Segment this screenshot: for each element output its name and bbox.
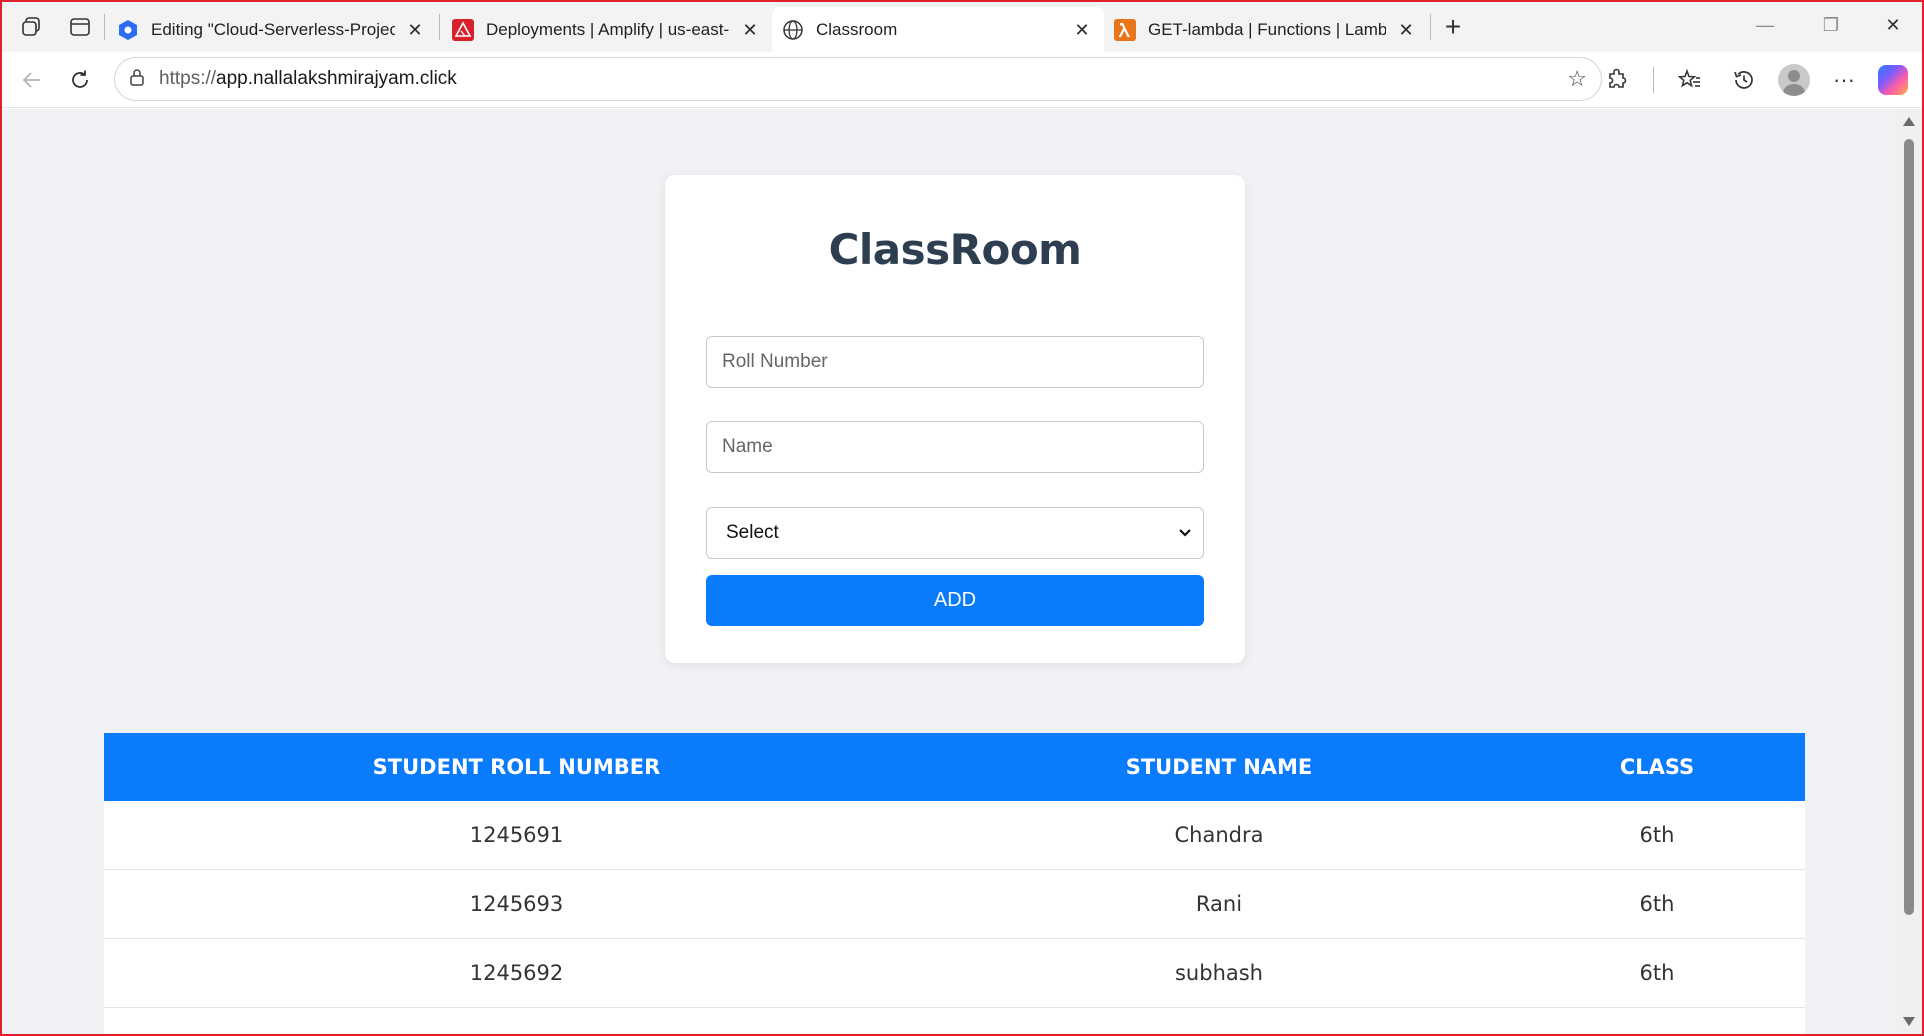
scroll-up-arrow-icon[interactable] xyxy=(1903,117,1915,126)
table-header: STUDENT ROLL NUMBER STUDENT NAME CLASS xyxy=(104,733,1805,801)
close-icon[interactable]: ✕ xyxy=(405,20,425,41)
blue-hexagon-icon xyxy=(117,19,139,41)
tab-get-lambda[interactable]: GET-lambda | Functions | Lambda ✕ xyxy=(1104,8,1428,52)
extensions-icon[interactable] xyxy=(1597,60,1637,100)
table-row: 1245692 subhash 6th xyxy=(104,939,1805,1008)
refresh-icon[interactable] xyxy=(60,60,100,100)
tab-separator xyxy=(1430,14,1431,40)
column-header-class: CLASS xyxy=(1619,755,1695,779)
page-title: ClassRoom xyxy=(828,225,1082,274)
scrollbar-thumb[interactable] xyxy=(1904,139,1914,915)
add-button[interactable]: ADD xyxy=(706,575,1204,626)
lambda-icon xyxy=(1114,19,1136,41)
favorite-star-icon[interactable]: ☆ xyxy=(1567,66,1587,92)
lock-icon[interactable] xyxy=(129,68,159,91)
back-arrow-icon[interactable] xyxy=(12,60,52,100)
tab-title: GET-lambda | Functions | Lambda xyxy=(1148,20,1386,39)
student-name-cell: Chandra xyxy=(1174,823,1264,847)
chevron-down-icon xyxy=(1175,522,1195,542)
toolbar-right: ··· xyxy=(1597,60,1908,100)
class-cell: 6th xyxy=(1639,961,1675,985)
profile-avatar[interactable] xyxy=(1778,64,1810,96)
classroom-form-card: ClassRoom Select ADD xyxy=(665,175,1245,663)
roll-number-cell: 1245692 xyxy=(469,961,564,985)
workspaces-icon[interactable] xyxy=(10,7,54,47)
student-name-cell: subhash xyxy=(1174,961,1263,985)
address-bar[interactable]: https://app.nallalakshmirajyam.click ☆ xyxy=(114,57,1602,101)
class-cell: 6th xyxy=(1639,823,1675,847)
copilot-icon[interactable] xyxy=(1878,65,1908,95)
page-viewport: ClassRoom Select ADD STUDENT ROLL NUMBER… xyxy=(2,109,1896,1034)
scroll-down-arrow-icon[interactable] xyxy=(1903,1017,1915,1026)
url-text: https://app.nallalakshmirajyam.click xyxy=(159,68,457,90)
url-scheme: https:// xyxy=(159,68,217,89)
tab-separator xyxy=(439,14,440,40)
table-row xyxy=(104,1008,1805,1034)
student-name-cell: Rani xyxy=(1195,892,1243,916)
close-window-button[interactable]: ✕ xyxy=(1864,2,1922,48)
tab-classroom[interactable]: Classroom ✕ xyxy=(772,7,1104,53)
vertical-tabs-icon[interactable] xyxy=(58,7,102,47)
tab-title: Classroom xyxy=(816,20,898,39)
name-input[interactable] xyxy=(706,421,1204,473)
browser-toolbar: https://app.nallalakshmirajyam.click ☆ ·… xyxy=(2,52,1922,108)
minimize-button[interactable]: — xyxy=(1736,2,1794,48)
toolbar-separator xyxy=(1653,67,1654,93)
table-row: 1245691 Chandra 6th xyxy=(104,801,1805,870)
favorites-icon[interactable] xyxy=(1670,60,1710,100)
roll-number-cell: 1245691 xyxy=(469,823,564,847)
tab-separator xyxy=(104,14,105,40)
close-icon[interactable]: ✕ xyxy=(1396,20,1416,41)
table-row: 1245693 Rani 6th xyxy=(104,870,1805,939)
history-icon[interactable] xyxy=(1724,60,1764,100)
tab-title: Editing "Cloud-Serverless-Project xyxy=(151,20,395,39)
class-select[interactable]: Select xyxy=(706,507,1204,559)
roll-number-cell: 1245693 xyxy=(469,892,564,916)
class-select-value: Select xyxy=(726,522,779,543)
tab-title: Deployments | Amplify | us-east-1 xyxy=(486,20,730,39)
tab-deployments[interactable]: Deployments | Amplify | us-east-1 ✕ xyxy=(442,8,772,52)
column-header-roll-number: STUDENT ROLL NUMBER xyxy=(372,755,661,779)
tab-editing[interactable]: Editing "Cloud-Serverless-Project ✕ xyxy=(107,8,437,52)
roll-number-input[interactable] xyxy=(706,336,1204,388)
url-host: app.nallalakshmirajyam.click xyxy=(216,68,457,89)
close-icon[interactable]: ✕ xyxy=(740,20,760,41)
new-tab-button[interactable]: + xyxy=(1433,11,1473,43)
students-table: STUDENT ROLL NUMBER STUDENT NAME CLASS 1… xyxy=(104,733,1805,1034)
close-icon[interactable]: ✕ xyxy=(1072,20,1092,41)
globe-icon xyxy=(782,19,804,41)
tab-strip: Editing "Cloud-Serverless-Project ✕ Depl… xyxy=(2,2,1922,53)
more-options-icon[interactable]: ··· xyxy=(1824,60,1864,100)
amplify-icon xyxy=(452,19,474,41)
column-header-name: STUDENT NAME xyxy=(1125,755,1313,779)
restore-button[interactable]: ❐ xyxy=(1802,2,1860,48)
class-cell: 6th xyxy=(1639,892,1675,916)
vertical-scrollbar[interactable] xyxy=(1896,109,1922,1034)
